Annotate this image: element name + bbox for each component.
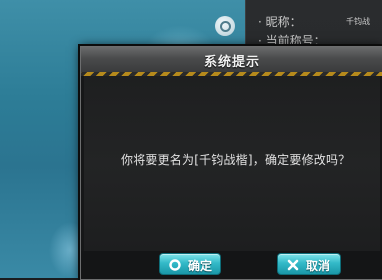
search-icon[interactable] (215, 16, 235, 36)
confirm-button-label: 确定 (188, 259, 213, 273)
nickname-value: 千钧战 (346, 17, 370, 26)
confirm-button[interactable]: 确定 (159, 253, 221, 275)
nickname-label: · 昵称： (258, 15, 302, 29)
cancel-button-label: 取消 (306, 259, 331, 273)
dialog-title: 系统提示 (203, 55, 260, 70)
system-prompt-dialog: 系统提示 你将要更名为[千钧战楷]，确定要修改吗？ 确定 取消 (80, 46, 382, 280)
o-circle-icon (169, 259, 181, 271)
cancel-button[interactable]: 取消 (277, 253, 341, 275)
dialog-message: 你将要更名为[千钧战楷]，确定要修改吗？ (121, 153, 351, 167)
x-icon (287, 259, 299, 271)
dialog-header: 系统提示 (81, 47, 382, 73)
dialog-body: 你将要更名为[千钧战楷]，确定要修改吗？ (84, 76, 380, 251)
